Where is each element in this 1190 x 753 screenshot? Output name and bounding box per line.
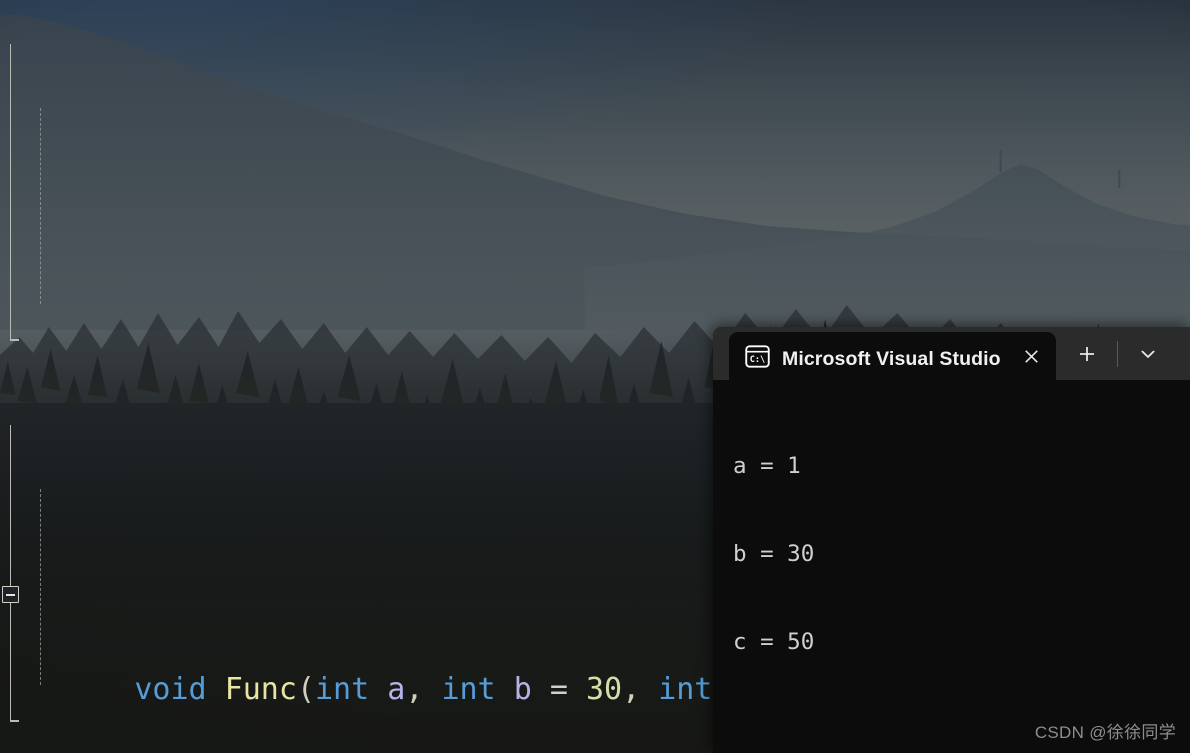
console-window[interactable]: C:\ Microsoft Visual Studio 调试挖 (713, 327, 1190, 753)
indent-guide-func (40, 108, 41, 304)
token-function-Func: Func (224, 672, 297, 708)
cmd-console-icon: C:\ (745, 344, 770, 368)
token-lparen: ( (296, 672, 315, 708)
token-keyword-int-a: int (315, 672, 370, 708)
token-param-b: b (513, 672, 532, 708)
console-tab-title: Microsoft Visual Studio 调试挖 (782, 347, 1004, 370)
token-keyword-int-c: int (658, 672, 713, 708)
svg-text:C:\: C:\ (750, 355, 765, 365)
chevron-down-icon[interactable] (1127, 335, 1169, 373)
console-chrome-actions[interactable] (1066, 332, 1169, 380)
console-tab-bar[interactable]: C:\ Microsoft Visual Studio 调试挖 (713, 327, 1190, 380)
csdn-watermark: CSDN @徐徐同学 (1034, 723, 1176, 742)
console-line: c = 50 (733, 628, 815, 655)
console-output[interactable]: a = 1 b = 30 c = 50 a = 1 b = 2 c = 50 a… (713, 380, 1190, 753)
fold-toggle-void-func[interactable] (2, 586, 19, 604)
token-eq-b: = (549, 672, 568, 708)
console-tab[interactable]: C:\ Microsoft Visual Studio 调试挖 (729, 332, 1056, 380)
chrome-separator (1117, 341, 1118, 367)
fold-rail-func (9, 44, 17, 341)
close-icon[interactable] (1016, 341, 1046, 371)
console-line: a = 1 (733, 453, 801, 480)
new-tab-plus-icon[interactable] (1066, 335, 1108, 373)
token-keyword-int-b: int (441, 672, 496, 708)
token-keyword-void: void (134, 672, 207, 708)
token-comma-2: , (622, 672, 641, 708)
console-line: b = 30 (733, 541, 815, 567)
screen-root: void Func(int a, int b = 30, int c = 50)… (0, 0, 1190, 753)
token-number-30: 30 (585, 672, 623, 708)
token-param-a: a (387, 672, 406, 708)
token-comma-1: , (405, 672, 424, 708)
